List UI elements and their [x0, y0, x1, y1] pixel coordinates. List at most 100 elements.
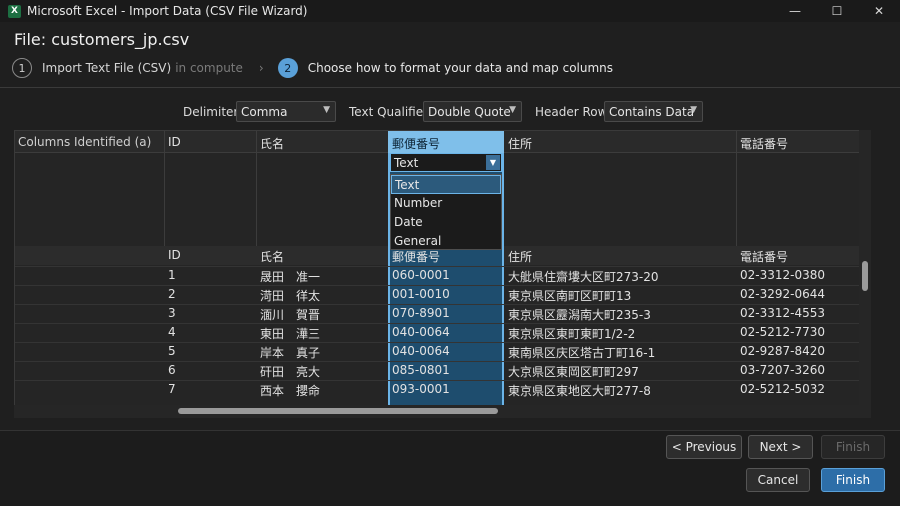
- cell-name: 渮田 徉太: [260, 289, 321, 303]
- row-divider: [15, 285, 870, 286]
- chevron-down-icon: ▼: [509, 105, 516, 115]
- next-button[interactable]: Next >: [748, 435, 813, 459]
- column-header-address[interactable]: 住所: [508, 135, 532, 152]
- cell-phone: 02-3312-0380: [740, 268, 826, 282]
- cell-name: 湎川 賀晋: [260, 308, 321, 322]
- row-divider: [15, 361, 870, 362]
- cell-id: 4: [168, 325, 176, 339]
- finish-button-disabled: Finish: [821, 435, 885, 459]
- cell-address: 東南県区庆区塔古丁町16-1: [508, 346, 656, 360]
- type-option-text[interactable]: Text: [391, 175, 501, 194]
- cell-name: 東田 澕三: [260, 327, 321, 341]
- cell-id: 6: [168, 363, 176, 377]
- step-1-number[interactable]: 1: [12, 58, 32, 78]
- column-header-id[interactable]: ID: [168, 135, 181, 149]
- cell-name: 晟田 准一: [260, 270, 321, 284]
- text-qualifier-label: Text Qualifier:: [349, 105, 432, 119]
- cell-postal: 093-0001: [392, 382, 450, 396]
- import-options: Delimiter: Comma ▼ Text Qualifier: Doubl…: [0, 101, 900, 123]
- cell-postal: 040-0064: [392, 325, 450, 339]
- cell-name: 矸田 亮大: [260, 365, 321, 379]
- row-divider: [15, 342, 870, 343]
- cell-id: 3: [168, 306, 176, 320]
- step-2-number: 2: [277, 58, 298, 78]
- chevron-down-icon[interactable]: ▼: [486, 155, 500, 170]
- cell-id: 5: [168, 344, 176, 358]
- row-divider: [15, 380, 870, 381]
- window-title: Microsoft Excel - Import Data (CSV File …: [27, 4, 308, 18]
- cell-phone: 02-3312-4553: [740, 306, 826, 320]
- column-type-value: Text: [394, 156, 419, 170]
- vertical-scroll-thumb[interactable]: [862, 261, 868, 291]
- column-type-select[interactable]: Text ▼: [390, 153, 502, 172]
- type-option-number[interactable]: Number: [391, 194, 501, 213]
- type-option-general[interactable]: General: [391, 232, 501, 251]
- type-option-date[interactable]: Date: [391, 213, 501, 232]
- chevron-down-icon: ▼: [323, 105, 330, 115]
- cell-phone: 03-7207-3260: [740, 363, 826, 377]
- wizard-footer: < Previous Next > Finish Cancel Finish: [0, 430, 900, 506]
- column-header-postal[interactable]: 郵便番号: [392, 135, 440, 152]
- close-icon[interactable]: ✕: [858, 0, 900, 22]
- delimiter-label: Delimiter:: [183, 105, 243, 119]
- cell-phone: 02-3292-0644: [740, 287, 826, 301]
- cell-postal: 001-0010: [392, 287, 450, 301]
- header-row-select[interactable]: Contains Data ▼: [604, 101, 703, 122]
- column-divider: [736, 131, 737, 246]
- excel-app-icon: X: [8, 4, 21, 18]
- cancel-button[interactable]: Cancel: [746, 468, 810, 492]
- grid-corner-label: Columns Identified (a): [18, 135, 152, 149]
- text-qualifier-select[interactable]: Double Quote ▼: [423, 101, 522, 122]
- chevron-right-icon: ›: [258, 61, 264, 75]
- cell-phone: 02-9287-8420: [740, 344, 826, 358]
- vertical-scrollbar[interactable]: [859, 130, 871, 418]
- header-row-value: Contains Data: [609, 105, 695, 119]
- horizontal-scroll-thumb[interactable]: [178, 408, 498, 414]
- cell-id: 7: [168, 382, 176, 396]
- cell-name: 西本 攖命: [260, 384, 321, 398]
- data-header-phone: 電話番号: [740, 250, 789, 264]
- header-row-label: Header Row:: [535, 105, 611, 119]
- cell-address: 大舭県住齋塿大区町273-20: [508, 270, 659, 284]
- step-2-label: Choose how to format your data and map c…: [307, 61, 614, 75]
- delimiter-value: Comma: [241, 105, 288, 119]
- cell-name: 岸本 真子: [260, 346, 321, 360]
- cell-address: 東京県区南町区町町13: [508, 289, 632, 303]
- delimiter-select[interactable]: Comma ▼: [236, 101, 336, 122]
- data-header-address: 住所: [508, 250, 533, 264]
- finish-button[interactable]: Finish: [821, 468, 885, 492]
- text-qualifier-value: Double Quote: [428, 105, 511, 119]
- previous-button[interactable]: < Previous: [666, 435, 742, 459]
- horizontal-scrollbar[interactable]: [14, 405, 859, 418]
- data-header-id: ID: [168, 248, 181, 262]
- file-title: File: customers_jp.csv: [14, 30, 190, 49]
- maximize-icon[interactable]: ☐: [816, 0, 858, 22]
- cell-postal: 060-0001: [392, 268, 450, 282]
- row-divider: [15, 266, 870, 267]
- column-header-phone[interactable]: 電話番号: [740, 135, 788, 152]
- data-preview: ID 氏名 郵便番号 住所 電話番号 1 晟田 准一 060-0001 大舭県住齋塿大…: [15, 246, 870, 417]
- cell-address: 大京県区東岡区町町297: [508, 365, 639, 379]
- column-type-dropdown: Text Number Date General: [390, 174, 502, 250]
- cell-address: 東京県区東地区大町277-8: [508, 384, 651, 398]
- column-header-name[interactable]: 氏名: [260, 135, 284, 152]
- cell-address: 東京県区東町東町1/2-2: [508, 327, 636, 341]
- minimize-icon[interactable]: —: [774, 0, 816, 22]
- header-divider: [0, 87, 900, 88]
- step-1-label[interactable]: Import Text File (CSV): [42, 61, 171, 75]
- cell-postal: 040-0064: [392, 344, 450, 358]
- chevron-down-icon: ▼: [690, 105, 697, 115]
- cell-postal: 085-0801: [392, 363, 450, 377]
- column-divider: [164, 131, 165, 246]
- step-1-sublabel: in compute: [175, 61, 243, 75]
- row-divider: [15, 323, 870, 324]
- cell-phone: 02-5212-7730: [740, 325, 826, 339]
- row-divider: [15, 304, 870, 305]
- column-mapping-grid: Columns Identified (a) ID 氏名 郵便番号 住所 電話番…: [14, 130, 871, 418]
- data-header-name: 氏名: [260, 250, 285, 264]
- column-divider: [256, 131, 257, 246]
- cell-id: 2: [168, 287, 176, 301]
- title-bar: X Microsoft Excel - Import Data (CSV Fil…: [0, 0, 900, 22]
- wizard-steps: 1 Import Text File (CSV) in compute › 2 …: [12, 56, 613, 80]
- cell-phone: 02-5212-5032: [740, 382, 826, 396]
